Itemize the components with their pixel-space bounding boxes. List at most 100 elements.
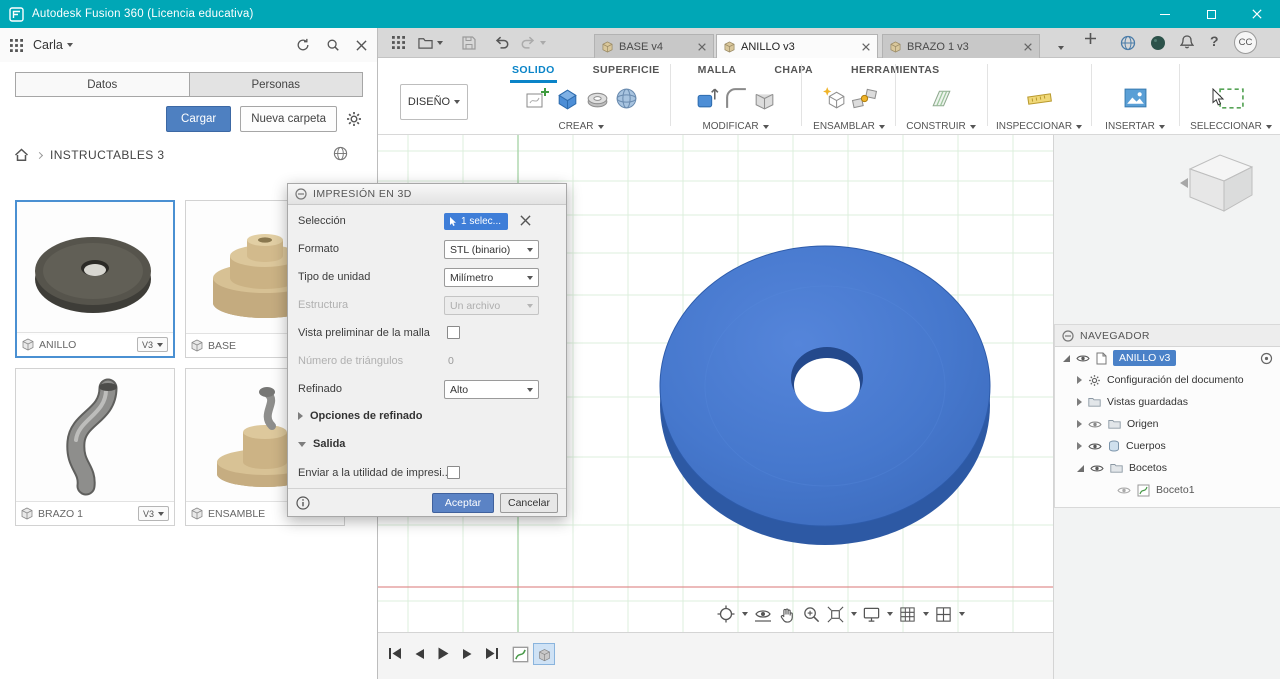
tab-personas[interactable]: Personas (189, 72, 363, 97)
dialog-header[interactable]: IMPRESIÓN EN 3D (288, 184, 566, 205)
orbit-tool-icon[interactable] (716, 604, 748, 624)
eye-icon[interactable] (1088, 442, 1102, 451)
eye-icon[interactable] (1088, 420, 1102, 429)
expanded-tree-icon[interactable] (1077, 464, 1084, 472)
version-dropdown[interactable]: V3 (136, 337, 168, 352)
doc-tab-anillo[interactable]: ANILLO v3 (716, 34, 878, 58)
refinado-select[interactable]: Alto (444, 380, 539, 399)
zoom-tool-icon[interactable] (802, 605, 821, 624)
cancel-dialog-button[interactable]: Cancelar (500, 492, 558, 513)
unidad-select[interactable]: Milímetro (444, 268, 539, 287)
collapsed-tree-icon[interactable] (1077, 442, 1082, 450)
measure-icon[interactable] (1025, 87, 1054, 110)
close-button[interactable] (1234, 0, 1280, 28)
activate-radio-icon[interactable] (1260, 352, 1273, 365)
group-dropdown-insertar[interactable]: INSERTAR (1105, 121, 1165, 132)
timeline-sketch-feature[interactable] (512, 646, 529, 663)
navigator-item-saved-views[interactable]: Vistas guardadas (1055, 391, 1280, 413)
group-dropdown-construir[interactable]: CONSTRUIR (906, 121, 976, 132)
version-dropdown[interactable]: V3 (137, 506, 169, 521)
design-mode-dropdown[interactable]: DISEÑO (400, 84, 468, 120)
doc-tab-base[interactable]: BASE v4 (594, 34, 714, 58)
navigator-item-origen[interactable]: Origen (1055, 413, 1280, 435)
timeline-play-icon[interactable] (437, 646, 450, 661)
viewports-icon[interactable] (934, 605, 965, 624)
close-tab-icon[interactable] (862, 42, 870, 51)
group-dropdown-seleccionar[interactable]: SELECCIONAR (1190, 121, 1272, 132)
eye-icon[interactable] (1076, 354, 1090, 363)
pan-tool-icon[interactable] (778, 605, 797, 624)
display-settings-icon[interactable] (862, 605, 893, 624)
revolve-icon[interactable] (584, 85, 611, 112)
refresh-icon[interactable] (296, 38, 310, 52)
minimize-button[interactable] (1142, 0, 1188, 28)
timeline-step-back-icon[interactable] (414, 648, 425, 660)
new-folder-button[interactable]: Nueva carpeta (240, 106, 337, 132)
active-document-chip[interactable]: ANILLO v3 (1113, 350, 1177, 366)
eye-icon[interactable] (1090, 464, 1104, 473)
info-icon[interactable] (296, 495, 310, 510)
save-icon[interactable] (462, 36, 476, 50)
timeline-go-end-icon[interactable] (485, 647, 499, 660)
web-browser-icon[interactable] (1120, 35, 1136, 51)
timeline-go-start-icon[interactable] (388, 647, 402, 660)
file-menu-icon[interactable] (418, 36, 443, 49)
show-data-panel-icon[interactable] (392, 36, 405, 49)
collapsed-tree-icon[interactable] (1077, 376, 1082, 384)
expanded-tree-icon[interactable] (1063, 354, 1070, 362)
press-pull-icon[interactable] (694, 85, 721, 112)
timeline-selected-feature[interactable] (533, 643, 555, 665)
help-icon[interactable]: ? (1210, 33, 1219, 49)
settings-gear-icon[interactable] (346, 111, 362, 127)
navigator-item-bocetos[interactable]: Bocetos (1055, 457, 1280, 479)
app-grid-icon[interactable] (10, 38, 23, 52)
view-cube[interactable] (1172, 143, 1264, 225)
upload-button[interactable]: Cargar (166, 106, 232, 132)
search-icon[interactable] (326, 38, 340, 52)
doc-tab-brazo[interactable]: BRAZO 1 v3 (882, 34, 1040, 58)
undo-icon[interactable] (494, 36, 510, 49)
construction-plane-icon[interactable] (927, 86, 956, 111)
create-sketch-icon[interactable] (524, 85, 551, 112)
fillet-icon[interactable] (724, 86, 749, 111)
new-component-icon[interactable] (821, 85, 848, 112)
team-dropdown[interactable]: Carla (33, 38, 73, 52)
group-dropdown-modificar[interactable]: MODIFICAR (702, 121, 769, 132)
shell-icon[interactable] (752, 86, 777, 111)
section-salida[interactable]: Salida (298, 438, 345, 450)
timeline-step-forward-icon[interactable] (462, 648, 473, 660)
grid-snaps-icon[interactable] (898, 605, 929, 624)
fit-view-icon[interactable] (826, 605, 857, 624)
project-card-brazo[interactable]: BRAZO 1 V3 (15, 368, 175, 526)
home-icon[interactable] (14, 148, 29, 162)
look-at-tool-icon[interactable] (753, 604, 773, 624)
formato-select[interactable]: STL (binario) (444, 240, 539, 259)
navigator-item-cuerpos[interactable]: Cuerpos (1055, 435, 1280, 457)
close-tab-icon[interactable] (698, 42, 706, 51)
close-panel-icon[interactable] (356, 39, 367, 51)
job-status-icon[interactable] (1150, 35, 1166, 51)
form-icon[interactable] (614, 86, 639, 111)
project-card-anillo[interactable]: ANILLO V3 (15, 200, 175, 358)
selection-chip[interactable]: 1 selec... (444, 213, 508, 230)
group-dropdown-crear[interactable]: CREAR (558, 121, 604, 132)
section-opciones-refinado[interactable]: Opciones de refinado (298, 410, 422, 422)
globe-icon[interactable] (333, 146, 348, 161)
avatar[interactable]: CC (1234, 31, 1257, 54)
navigator-item-doc-settings[interactable]: Configuración del documento (1055, 369, 1280, 391)
accept-button[interactable]: Aceptar (432, 492, 494, 513)
joint-icon[interactable] (851, 85, 878, 112)
new-tab-icon[interactable] (1084, 32, 1097, 45)
send-to-utility-checkbox[interactable] (447, 466, 460, 479)
tab-datos[interactable]: Datos (15, 72, 190, 97)
breadcrumb[interactable]: INSTRUCTABLES 3 (50, 148, 164, 162)
eye-icon[interactable] (1117, 486, 1131, 495)
close-tab-icon[interactable] (1024, 42, 1032, 51)
navigator-item-boceto1[interactable]: Boceto1 (1055, 479, 1280, 501)
navigator-root-row[interactable]: ANILLO v3 (1055, 347, 1280, 369)
mesh-preview-checkbox[interactable] (447, 326, 460, 339)
collapse-panel-icon[interactable] (1062, 329, 1074, 342)
collapsed-tree-icon[interactable] (1077, 398, 1082, 406)
clear-selection-icon[interactable] (520, 215, 531, 226)
group-dropdown-inspeccionar[interactable]: INSPECCIONAR (996, 121, 1083, 132)
